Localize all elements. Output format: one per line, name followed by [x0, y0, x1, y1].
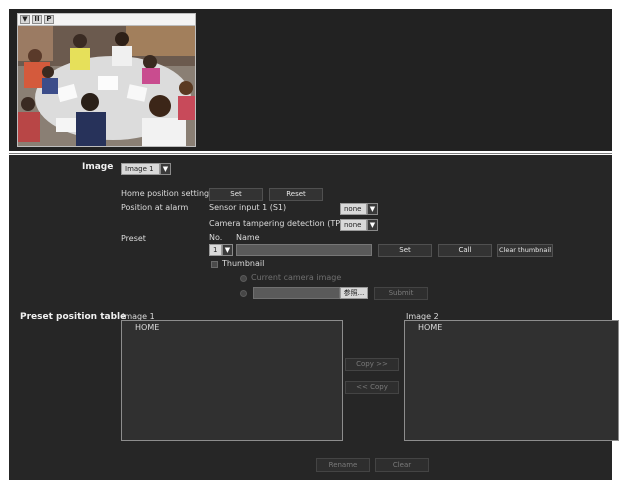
ptz-button[interactable]: P	[44, 15, 54, 24]
tampering-select[interactable]: none	[340, 219, 367, 231]
preset-call-button[interactable]: Call	[438, 244, 492, 257]
sensor-select-arrow-icon[interactable]: ▼	[367, 203, 378, 215]
list-item[interactable]: HOME	[135, 323, 159, 332]
thumbnail-checkbox[interactable]	[211, 261, 218, 268]
thumbnail-label: Thumbnail	[222, 259, 265, 268]
menu-toggle-button[interactable]: ▼	[20, 15, 30, 24]
clear-button[interactable]: Clear	[375, 458, 429, 472]
sensor-input-label: Sensor input 1 (S1)	[209, 203, 287, 212]
tampering-select-arrow-icon[interactable]: ▼	[367, 219, 378, 231]
tampering-label: Camera tampering detection (TP)	[209, 219, 344, 228]
current-camera-label: Current camera image	[251, 273, 342, 282]
image-label: Image	[82, 162, 114, 172]
sensor-select[interactable]: none	[340, 203, 367, 215]
image-select-arrow-icon[interactable]: ▼	[160, 163, 171, 175]
preset-no-header: No.	[209, 233, 223, 242]
preset-no-select[interactable]: 1	[209, 244, 222, 256]
camera-image-illustration	[18, 26, 195, 146]
preset-no-arrow-icon[interactable]: ▼	[222, 244, 233, 256]
image-select[interactable]: Image 1	[121, 163, 160, 175]
preset-table-label: Preset position table	[20, 312, 127, 322]
home-position-label: Home position setting	[121, 189, 210, 198]
browse-button[interactable]: 参照...	[340, 287, 368, 299]
home-set-button[interactable]: Set	[209, 188, 263, 201]
copy-right-button[interactable]: Copy >>	[345, 358, 399, 371]
clear-thumbnail-button[interactable]: Clear thumbnail	[497, 244, 553, 257]
preset-name-header: Name	[236, 233, 260, 242]
preset-label: Preset	[121, 234, 146, 243]
home-reset-button[interactable]: Reset	[269, 188, 323, 201]
copy-left-button[interactable]: << Copy	[345, 381, 399, 394]
list-item[interactable]: HOME	[418, 323, 442, 332]
pause-button[interactable]: II	[32, 15, 42, 24]
file-path-input[interactable]	[253, 287, 340, 299]
file-radio[interactable]	[240, 290, 247, 297]
section-divider	[9, 153, 612, 154]
camera-image	[17, 25, 196, 147]
submit-button[interactable]: Submit	[374, 287, 428, 300]
image2-preset-list[interactable]: HOME	[404, 320, 619, 441]
preset-set-button[interactable]: Set	[378, 244, 432, 257]
current-camera-radio[interactable]	[240, 275, 247, 282]
alarm-label: Position at alarm	[121, 203, 189, 212]
rename-button[interactable]: Rename	[316, 458, 370, 472]
image1-preset-list[interactable]: HOME	[121, 320, 343, 441]
preset-name-input[interactable]	[236, 244, 372, 256]
